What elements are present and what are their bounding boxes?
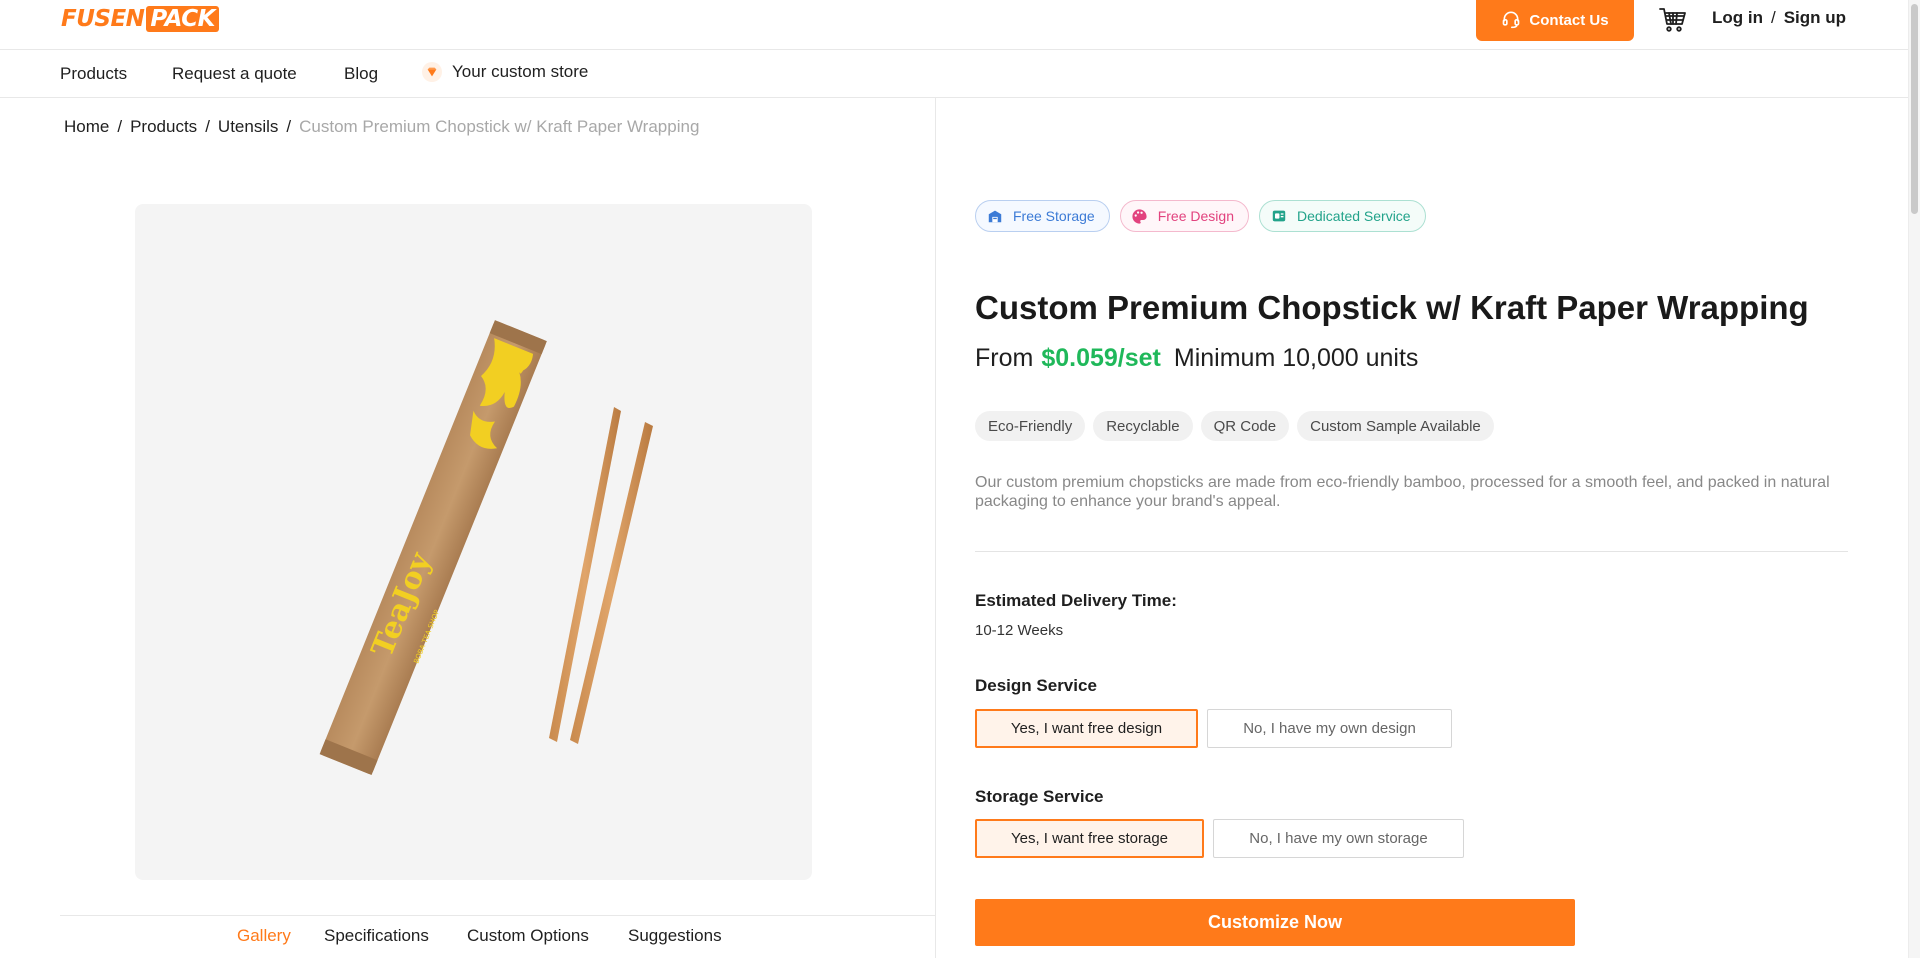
dedicated-service-label: Dedicated Service [1296, 208, 1411, 224]
nav-request-quote[interactable]: Request a quote [172, 64, 297, 84]
service-badges: Free Storage Free Design Dedicated Servi… [975, 200, 1426, 232]
feature-tags: Eco-Friendly Recyclable QR Code Custom S… [975, 411, 1494, 441]
top-header: FUSEN PACK Contact Us Log in / Sign up [0, 0, 1908, 50]
nav-custom-store-label: Your custom store [452, 62, 589, 81]
storage-icon [986, 207, 1004, 225]
breadcrumb-utensils[interactable]: Utensils [218, 117, 278, 137]
tab-gallery[interactable]: Gallery [237, 926, 291, 946]
breadcrumb: Home / Products / Utensils / Custom Prem… [64, 117, 699, 137]
contact-us-label: Contact Us [1529, 12, 1609, 29]
auth-separator: / [1770, 8, 1776, 27]
page-scrollbar[interactable] [1908, 0, 1920, 958]
design-no-option[interactable]: No, I have my own design [1207, 709, 1452, 748]
design-service-label: Design Service [975, 676, 1097, 695]
tag-recyclable: Recyclable [1093, 411, 1193, 441]
free-design-badge: Free Design [1119, 200, 1249, 232]
service-icon [1270, 207, 1288, 225]
tab-custom-options[interactable]: Custom Options [467, 926, 589, 946]
free-design-label: Free Design [1157, 208, 1234, 224]
delivery-label: Estimated Delivery Time: [975, 591, 1177, 610]
auth-links: Log in / Sign up [1712, 8, 1846, 28]
breadcrumb-separator: / [117, 117, 123, 136]
column-divider [935, 98, 936, 958]
tag-custom-sample: Custom Sample Available [1297, 411, 1494, 441]
customize-now-button[interactable]: Customize Now [975, 899, 1575, 946]
storage-yes-option[interactable]: Yes, I want free storage [975, 819, 1204, 858]
scrollbar-thumb[interactable] [1911, 4, 1918, 214]
price-prefix: From [975, 344, 1034, 372]
chopstick-illustration: TeaJoy BOBA TEA SHOP [319, 320, 653, 776]
storage-no-option[interactable]: No, I have my own storage [1213, 819, 1464, 858]
diamond-icon [422, 62, 442, 82]
breadcrumb-current: Custom Premium Chopstick w/ Kraft Paper … [299, 117, 700, 136]
tab-suggestions[interactable]: Suggestions [628, 926, 722, 946]
main-nav: Products Request a quote Blog Your custo… [0, 50, 1908, 98]
product-description: Our custom premium chopsticks are made f… [975, 474, 1830, 510]
nav-custom-store[interactable]: Your custom store [422, 62, 588, 82]
section-divider [975, 551, 1848, 552]
design-yes-option[interactable]: Yes, I want free design [975, 709, 1198, 748]
free-storage-badge: Free Storage [975, 200, 1110, 232]
tag-qr-code: QR Code [1200, 411, 1290, 441]
contact-us-button[interactable]: Contact Us [1476, 0, 1634, 41]
product-title: Custom Premium Chopstick w/ Kraft Paper … [975, 289, 1809, 326]
nav-products[interactable]: Products [60, 64, 127, 84]
tag-eco-friendly: Eco-Friendly [975, 411, 1086, 441]
logo-text-right: PACK [146, 6, 219, 32]
minimum-order: Minimum 10,000 units [1173, 344, 1419, 372]
breadcrumb-products[interactable]: Products [130, 117, 197, 137]
product-image[interactable]: TeaJoy BOBA TEA SHOP [135, 204, 812, 880]
breadcrumb-separator: / [286, 117, 292, 136]
dedicated-service-badge: Dedicated Service [1258, 200, 1426, 232]
fusenpack-logo[interactable]: FUSEN PACK [61, 4, 219, 34]
tab-specifications[interactable]: Specifications [324, 926, 429, 946]
price-value: $0.059/set [1041, 344, 1161, 372]
breadcrumb-home[interactable]: Home [64, 117, 109, 137]
storage-service-label: Storage Service [975, 787, 1104, 806]
breadcrumb-separator: / [205, 117, 210, 136]
palette-icon [1131, 207, 1149, 225]
login-link[interactable]: Log in [1712, 8, 1763, 28]
gallery-tabs: Gallery Specifications Custom Options Su… [60, 915, 935, 958]
price-line: From $0.059/set Minimum 10,000 units [975, 344, 1418, 373]
delivery-value: 10-12 Weeks [975, 622, 1064, 639]
free-storage-label: Free Storage [1013, 208, 1095, 224]
headset-icon [1501, 9, 1521, 33]
cart-icon[interactable] [1658, 4, 1688, 34]
nav-blog[interactable]: Blog [344, 64, 378, 84]
signup-link[interactable]: Sign up [1784, 8, 1846, 28]
logo-text-left: FUSEN [61, 6, 145, 32]
